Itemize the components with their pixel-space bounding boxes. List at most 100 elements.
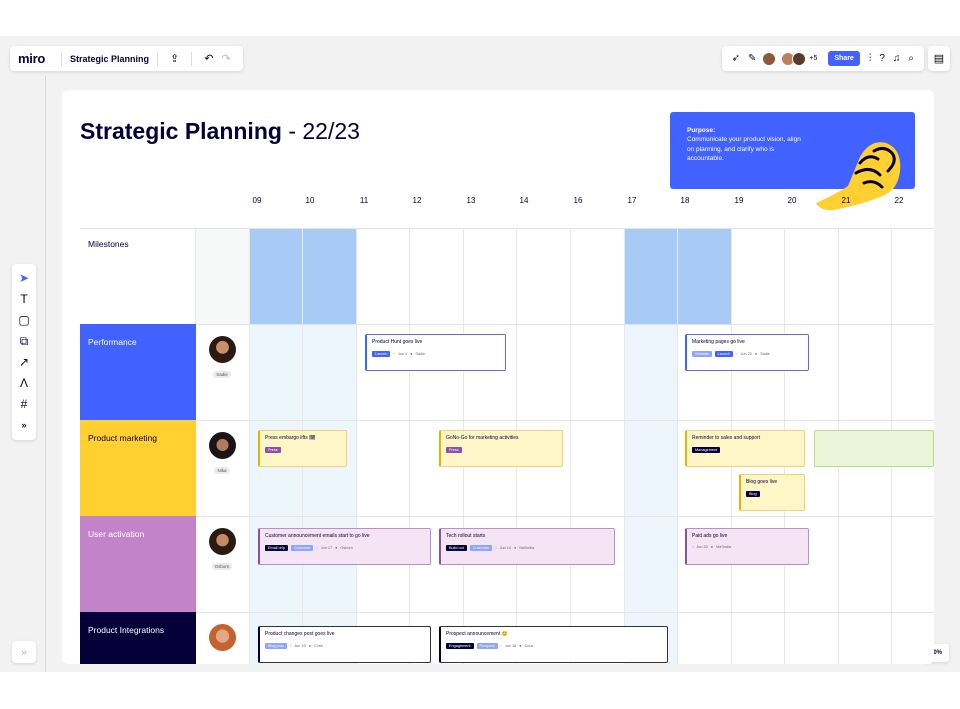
calendar-icon: ▫ xyxy=(736,352,738,356)
card-product-hunt[interactable]: Product Hunt goes live Launch ▫ Jun 1 ● Sa… xyxy=(365,334,506,371)
owner-product-integrations[interactable] xyxy=(208,624,236,651)
card-date: Jun 14 xyxy=(499,546,512,550)
owner-product-marketing[interactable]: Nika xyxy=(208,432,236,477)
card-title: Paid ads go live xyxy=(692,533,728,539)
top-left-toolbar: miro Strategic Planning ⇪ ↶ ↷ xyxy=(10,46,243,71)
column-header: 19 xyxy=(734,196,744,205)
reactions-icon[interactable]: ➶ xyxy=(732,53,740,64)
divider xyxy=(191,51,193,66)
row-label-product-integrations[interactable]: Product Integrations xyxy=(80,612,196,664)
card-meta: Management xyxy=(692,447,799,453)
row-divider xyxy=(80,228,934,229)
select-cursor-icon[interactable]: ➤ xyxy=(19,268,29,289)
card-blog-live[interactable]: Blog goes live Blog xyxy=(739,474,805,511)
canvas-guide-line xyxy=(45,76,46,672)
card-meta: Press xyxy=(265,447,341,453)
shapes-icon[interactable]: ⧉ xyxy=(20,331,29,352)
card-product-changes[interactable]: Product changes post goes live Blog post… xyxy=(258,626,431,663)
card-press-embargo[interactable]: Press embargo lifts 🗓 Press xyxy=(258,430,347,467)
tag: Engagement xyxy=(446,643,474,649)
card-title: Product changes post goes live xyxy=(265,631,335,637)
card-person: Sadie xyxy=(760,352,770,356)
redo-icon[interactable]: ↷ xyxy=(221,52,230,65)
tag: Build out xyxy=(446,545,467,551)
frame-icon[interactable]: # xyxy=(21,394,28,415)
milestones-label: Milestones xyxy=(88,239,129,249)
card-marketing-pages[interactable]: Marketing pages go live Website Launch ▫… xyxy=(685,334,809,371)
collaborators-count[interactable]: +5 xyxy=(809,55,817,62)
column-header: 18 xyxy=(680,196,690,205)
search-icon[interactable]: ⌕ xyxy=(908,53,914,64)
row-label-performance[interactable]: Performance xyxy=(80,324,196,420)
calendar-icon: ▫ xyxy=(692,545,694,549)
column-header: 17 xyxy=(627,196,637,205)
connector-arrow-icon[interactable]: ↗ xyxy=(19,352,29,373)
board-title[interactable]: Strategic Planning - 22/23 xyxy=(80,118,360,145)
tag: Blog xyxy=(746,491,760,497)
card-customer-emails[interactable]: Customer announcement emails start to go… xyxy=(258,528,431,565)
person-icon: ● xyxy=(335,546,338,550)
card-gonogo[interactable]: GoNo-Go for marketing activities Press xyxy=(439,430,563,467)
board-title-year: - 22/23 xyxy=(281,118,360,144)
card-reminder-sales[interactable]: Reminder to sales and support Management xyxy=(685,430,805,467)
more-tools-icon[interactable]: » xyxy=(21,415,26,436)
tag: Email drip xyxy=(265,545,288,551)
row-label-user-activation[interactable]: User activation xyxy=(80,516,196,612)
side-panel-button[interactable]: ▤ xyxy=(928,46,950,71)
card-meta: Press xyxy=(446,447,557,453)
card-paid-ads[interactable]: Paid ads go live ▫ Jun 20 ● Ma'lindia xyxy=(685,528,809,565)
row-label-product-marketing[interactable]: Product marketing xyxy=(80,420,196,516)
card-person: Ma'lindia xyxy=(716,545,731,549)
gridline xyxy=(624,228,625,664)
owner-name: Osborn xyxy=(211,563,233,570)
card-placeholder-green[interactable] xyxy=(814,430,934,467)
board-title-main: Strategic Planning xyxy=(80,118,282,144)
pointing-hand-illustration xyxy=(816,142,901,211)
row-label-text: User activation xyxy=(88,529,145,539)
canvas[interactable]: miro Strategic Planning ⇪ ↶ ↷ ➶ ✎ +5 Sha… xyxy=(0,36,960,672)
column-header: 22 xyxy=(894,196,904,205)
gridline xyxy=(570,228,571,664)
celebrate-icon[interactable]: ✎ xyxy=(748,53,756,64)
card-date: Jun 1 xyxy=(397,352,408,356)
collaborator-avatar[interactable] xyxy=(762,51,777,66)
column-header: 20 xyxy=(787,196,797,205)
card-meta: Website Launch ▫ Jun 20 ● Sadie xyxy=(692,351,803,357)
export-icon[interactable]: ⇪ xyxy=(170,52,179,65)
miro-logo[interactable]: miro xyxy=(18,51,45,66)
bell-icon[interactable]: ♫ xyxy=(893,53,901,64)
card-person: Sadie xyxy=(415,352,426,356)
pen-icon[interactable]: Λ xyxy=(20,373,28,394)
card-tech-rollout[interactable]: Tech rollout starts Build out Customer ▫… xyxy=(439,528,615,565)
settings-sliders-icon[interactable]: ⫶ xyxy=(869,53,872,64)
column-header: 13 xyxy=(466,196,476,205)
card-meta: Launch ▫ Jun 1 ● Sadie xyxy=(372,351,500,357)
text-tool-icon[interactable]: T xyxy=(20,289,27,310)
board-frame[interactable]: Strategic Planning - 22/23 Purpose: Comm… xyxy=(62,90,934,664)
row-label-text: Product Integrations xyxy=(88,625,165,635)
owner-performance[interactable]: Sadie xyxy=(208,336,236,381)
board-name[interactable]: Strategic Planning xyxy=(70,54,149,64)
card-meta: Email drip Customer ▫ Jun 17 ● Osborn xyxy=(265,545,425,551)
help-icon[interactable]: ? xyxy=(879,53,885,64)
tag: Prospect xyxy=(476,643,498,649)
card-prospect-announcement[interactable]: Prospect announcement 😊 Engagement Prosp… xyxy=(439,626,668,663)
tag: Launch xyxy=(372,351,391,357)
column-header: 16 xyxy=(573,196,583,205)
card-title: Reminder to sales and support xyxy=(692,435,761,441)
tag: Website xyxy=(692,351,712,357)
tag: Customer xyxy=(469,545,493,551)
row-divider xyxy=(80,516,934,517)
share-button[interactable]: Share xyxy=(828,51,860,66)
owner-user-activation[interactable]: Osborn xyxy=(208,528,236,573)
calendar-icon: ▫ xyxy=(316,546,318,550)
expand-panel-button[interactable]: » xyxy=(12,641,36,663)
gridline xyxy=(677,228,678,664)
sticky-note-icon[interactable]: ▢ xyxy=(18,310,29,331)
person-icon: ● xyxy=(514,546,517,550)
owner-name: Nika xyxy=(214,467,230,474)
collaborator-avatar[interactable] xyxy=(792,51,807,66)
undo-icon[interactable]: ↶ xyxy=(204,52,213,65)
card-person: Osborn xyxy=(340,546,353,550)
tag: Press xyxy=(446,447,462,453)
